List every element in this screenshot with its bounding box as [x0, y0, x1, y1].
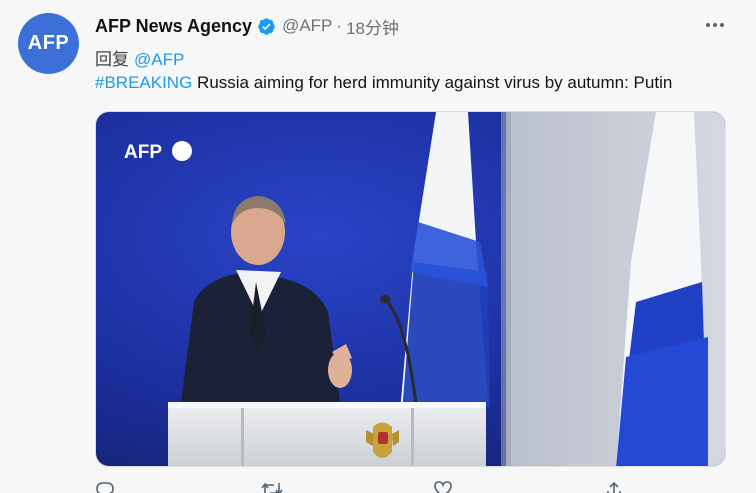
handle[interactable]: @AFP	[282, 16, 332, 36]
svg-text:AFP: AFP	[124, 142, 162, 163]
afp-watermark: AFP	[124, 141, 192, 163]
separator-dot: ·	[336, 16, 343, 35]
tweet-actions	[95, 481, 655, 493]
tweet-body: Russia aiming for herd immunity against …	[192, 73, 673, 92]
tweet-header: AFP News Agency @AFP · 18分钟	[95, 14, 399, 38]
reply-mention-link[interactable]: @AFP	[134, 50, 184, 69]
tweet-photo[interactable]: AFP	[95, 111, 726, 467]
tweet-text: #BREAKING Russia aiming for herd immunit…	[95, 73, 672, 93]
retweet-icon[interactable]	[260, 481, 284, 493]
timestamp[interactable]: 18分钟	[346, 14, 399, 39]
avatar-logo-text: AFP	[27, 32, 70, 54]
tweet-card[interactable]: AFP AFP News Agency @AFP · 18分钟 回复 @AFP #…	[0, 0, 756, 493]
reply-context: 回复 @AFP	[95, 45, 184, 70]
reply-prefix: 回复	[95, 50, 129, 69]
photo-scene: AFP	[96, 112, 725, 466]
avatar[interactable]: AFP	[18, 13, 79, 74]
like-icon[interactable]	[433, 481, 453, 493]
podium	[168, 402, 486, 466]
share-icon[interactable]	[605, 481, 623, 493]
more-options-icon[interactable]	[702, 16, 728, 34]
hashtag-link[interactable]: #BREAKING	[95, 73, 192, 92]
verified-badge-icon	[257, 17, 276, 36]
reply-icon[interactable]	[95, 481, 115, 493]
display-name[interactable]: AFP News Agency	[95, 16, 252, 37]
